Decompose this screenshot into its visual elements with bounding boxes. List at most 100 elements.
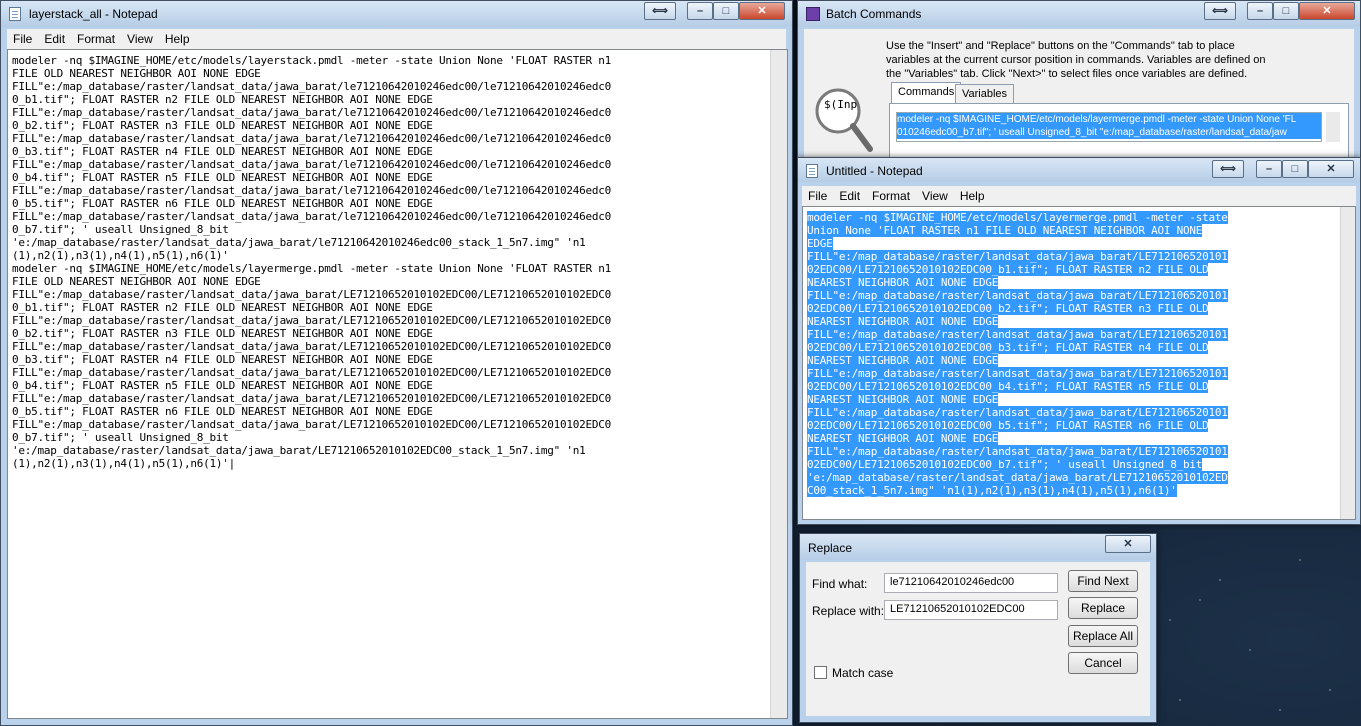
restore-arrows-icon[interactable]: ⟺ <box>1212 160 1244 178</box>
text-line-content: 02EDC00/LE71210652010102EDC00_b3.tif"; F… <box>807 341 1209 354</box>
find-what-input[interactable]: le71210642010246edc00 <box>884 573 1058 593</box>
text-line: NEAREST NEIGHBOR AOI NONE EDGE <box>807 393 1355 406</box>
text-line-content: 02EDC00/LE71210652010102EDC00_b7.tif"; '… <box>807 458 1203 471</box>
maximize-button[interactable]: □ <box>1273 2 1299 20</box>
close-button[interactable]: ✕ <box>1105 535 1151 553</box>
menu-view[interactable]: View <box>916 186 954 203</box>
menu-help[interactable]: Help <box>954 186 991 203</box>
minimize-button[interactable]: – <box>1247 2 1273 20</box>
text-line-content: FILL"e:/map_database/raster/landsat_data… <box>12 340 612 353</box>
text-line: FILL"e:/map_database/raster/landsat_data… <box>807 367 1355 380</box>
text-line: FILL"e:/map_database/raster/landsat_data… <box>807 445 1355 458</box>
text-line: EDGE <box>807 237 1355 250</box>
text-line-content: FILL"e:/map_database/raster/landsat_data… <box>12 184 612 197</box>
magnifier-text: $(Inp <box>824 98 858 111</box>
text-line-content: NEAREST NEIGHBOR AOI NONE EDGE <box>807 354 999 367</box>
text-line-content: FILL"e:/map_database/raster/landsat_data… <box>12 366 612 379</box>
batch-instructions: Use the "Insert" and "Replace" buttons o… <box>886 39 1266 81</box>
text-line: FILL"e:/map_database/raster/landsat_data… <box>12 392 787 405</box>
maximize-button[interactable]: □ <box>1282 160 1308 178</box>
replace-button[interactable]: Replace <box>1068 597 1138 619</box>
menu-format[interactable]: Format <box>866 186 916 203</box>
text-line: modeler -nq $IMAGINE_HOME/etc/models/lay… <box>12 54 787 67</box>
text-line: FILL"e:/map_database/raster/landsat_data… <box>12 366 787 379</box>
find-next-button[interactable]: Find Next <box>1068 570 1138 592</box>
text-line-content: NEAREST NEIGHBOR AOI NONE EDGE <box>807 315 999 328</box>
untitled-text-area[interactable]: modeler -nq $IMAGINE_HOME/etc/models/lay… <box>802 206 1356 520</box>
menu-help[interactable]: Help <box>159 29 196 46</box>
vertical-scrollbar[interactable] <box>770 50 787 718</box>
text-line-content: modeler -nq $IMAGINE_HOME/etc/models/lay… <box>12 54 612 67</box>
close-button[interactable]: ✕ <box>739 2 785 20</box>
text-line-content: 0_b3.tif"; FLOAT RASTER n4 FILE OLD NEAR… <box>12 353 433 366</box>
text-line: FILL"e:/map_database/raster/landsat_data… <box>807 250 1355 263</box>
text-line: 0_b2.tif"; FLOAT RASTER n3 FILE OLD NEAR… <box>12 119 787 132</box>
text-line: 0_b3.tif"; FLOAT RASTER n4 FILE OLD NEAR… <box>12 145 787 158</box>
text-line: NEAREST NEIGHBOR AOI NONE EDGE <box>807 432 1355 445</box>
instruction-line: Use the "Insert" and "Replace" buttons o… <box>886 40 1235 52</box>
untitled-content: modeler -nq $IMAGINE_HOME/etc/models/lay… <box>803 207 1355 497</box>
minimize-button[interactable]: – <box>1256 160 1282 178</box>
magnifier-icon: $(Inp <box>812 85 874 155</box>
text-line-content: 0_b4.tif"; FLOAT RASTER n5 FILE OLD NEAR… <box>12 379 433 392</box>
text-line-content: 0_b2.tif"; FLOAT RASTER n3 FILE OLD NEAR… <box>12 119 433 132</box>
tab-variables[interactable]: Variables <box>955 84 1015 104</box>
text-line: NEAREST NEIGHBOR AOI NONE EDGE <box>807 276 1355 289</box>
minimize-button[interactable]: – <box>687 2 713 20</box>
text-line: modeler -nq $IMAGINE_HOME/etc/models/lay… <box>807 211 1355 224</box>
text-line: FILL"e:/map_database/raster/landsat_data… <box>12 340 787 353</box>
restore-arrows-icon[interactable]: ⟺ <box>644 2 676 20</box>
text-line: 0_b1.tif"; FLOAT RASTER n2 FILE OLD NEAR… <box>12 301 787 314</box>
batch-titlebar[interactable]: Batch Commands ⟺ – □ ✕ <box>798 1 1360 27</box>
menu-edit[interactable]: Edit <box>833 186 866 203</box>
text-line: 02EDC00/LE71210652010102EDC00_b1.tif"; F… <box>807 263 1355 276</box>
text-line: FILL"e:/map_database/raster/landsat_data… <box>12 106 787 119</box>
notepad-main-text-area[interactable]: modeler -nq $IMAGINE_HOME/etc/models/lay… <box>7 49 788 719</box>
notepad-untitled-window: Untitled - Notepad ⟺ – □ ✕ File Edit Forma… <box>797 157 1361 525</box>
text-line-content: FILL"e:/map_database/raster/landsat_data… <box>12 418 612 431</box>
command-line: 010246edc00_b7.tif"; ' useall Unsigned_8… <box>897 126 1321 139</box>
text-line-content: FILL"e:/map_database/raster/landsat_data… <box>12 158 612 171</box>
untitled-titlebar[interactable]: Untitled - Notepad ⟺ – □ ✕ <box>798 158 1360 182</box>
instruction-line: the "Variables" tab. Click "Next>" to se… <box>886 68 1248 80</box>
replace-with-input[interactable]: LE71210652010102EDC00 <box>884 600 1058 620</box>
batch-commands-window: Batch Commands ⟺ – □ ✕ Use the "Insert" … <box>797 0 1361 163</box>
text-line-content: modeler -nq $IMAGINE_HOME/etc/models/lay… <box>12 262 612 275</box>
menu-format[interactable]: Format <box>71 29 121 46</box>
commands-scrollbar[interactable] <box>1326 112 1340 142</box>
cancel-button[interactable]: Cancel <box>1068 652 1138 674</box>
commands-text-area[interactable]: modeler -nq $IMAGINE_HOME/etc/models/lay… <box>896 112 1322 142</box>
text-line-content: 0_b7.tif"; ' useall Unsigned_8_bit <box>12 431 229 444</box>
text-line-content: 02EDC00/LE71210652010102EDC00_b1.tif"; F… <box>807 263 1209 276</box>
tab-commands[interactable]: Commands <box>891 82 962 104</box>
replace-all-button[interactable]: Replace All <box>1068 625 1138 647</box>
find-what-label: Find what: <box>812 577 868 591</box>
text-line: 'e:/map_database/raster/landsat_data/jaw… <box>807 471 1355 484</box>
text-line: 0_b7.tif"; ' useall Unsigned_8_bit <box>12 223 787 236</box>
text-line: 0_b4.tif"; FLOAT RASTER n5 FILE OLD NEAR… <box>12 379 787 392</box>
imagine-app-icon <box>806 7 820 21</box>
menu-file[interactable]: File <box>802 186 833 203</box>
close-button[interactable]: ✕ <box>1299 2 1355 20</box>
maximize-button[interactable]: □ <box>713 2 739 20</box>
vertical-scrollbar[interactable] <box>1340 207 1355 519</box>
text-line-content: 02EDC00/LE71210652010102EDC00_b5.tif"; F… <box>807 419 1209 432</box>
replace-titlebar[interactable]: Replace ✕ <box>800 534 1156 560</box>
text-line-content: (1),n2(1),n3(1),n4(1),n5(1),n6(1)' <box>12 249 229 262</box>
menu-edit[interactable]: Edit <box>38 29 71 46</box>
text-line: (1),n2(1),n3(1),n4(1),n5(1),n6(1)'| <box>12 457 787 470</box>
text-line: FILL"e:/map_database/raster/landsat_data… <box>12 418 787 431</box>
restore-arrows-icon[interactable]: ⟺ <box>1204 2 1236 20</box>
text-line: 'e:/map_database/raster/landsat_data/jaw… <box>12 444 787 457</box>
notepad-main-titlebar[interactable]: layerstack_all - Notepad ⟺ – □ ✕ <box>1 1 792 27</box>
text-line-content: FILE OLD NEAREST NEIGHBOR AOI NONE EDGE <box>12 67 261 80</box>
text-line: Union None 'FLOAT RASTER n1 FILE OLD NEA… <box>807 224 1355 237</box>
text-line-content: FILL"e:/map_database/raster/landsat_data… <box>12 106 612 119</box>
menu-file[interactable]: File <box>7 29 38 46</box>
batch-body: Use the "Insert" and "Replace" buttons o… <box>804 29 1354 163</box>
close-button[interactable]: ✕ <box>1308 160 1354 178</box>
text-line-content: FILL"e:/map_database/raster/landsat_data… <box>807 406 1228 419</box>
text-line-content: FILL"e:/map_database/raster/landsat_data… <box>807 289 1228 302</box>
menu-view[interactable]: View <box>121 29 159 46</box>
match-case-checkbox[interactable] <box>814 666 827 679</box>
